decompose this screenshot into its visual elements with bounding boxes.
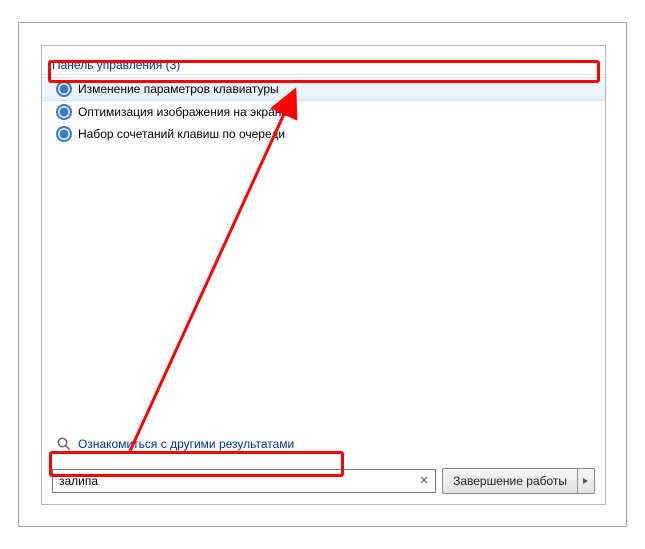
shutdown-menu-arrow[interactable] bbox=[577, 468, 595, 494]
result-item-display-optimization[interactable]: Оптимизация изображения на экране bbox=[42, 101, 605, 123]
shutdown-split-button[interactable]: Завершение работы bbox=[442, 468, 595, 494]
search-box[interactable]: ✕ bbox=[52, 469, 436, 493]
results-area: Панель управления (3) Изменение bbox=[42, 46, 605, 430]
result-label: Изменение параметров клавиатуры bbox=[78, 82, 279, 96]
ease-of-access-icon bbox=[56, 81, 72, 97]
start-menu-panel: Панель управления (3) Изменение bbox=[41, 45, 606, 505]
result-label: Набор сочетаний клавиш по очереди bbox=[78, 127, 285, 141]
result-item-sticky-keys[interactable]: Набор сочетаний клавиш по очереди bbox=[42, 123, 605, 145]
window-frame: Панель управления (3) Изменение bbox=[18, 22, 627, 527]
result-label: Оптимизация изображения на экране bbox=[78, 105, 288, 119]
search-icon bbox=[56, 436, 72, 452]
more-results-label: Ознакомиться с другими результатами bbox=[78, 437, 294, 451]
category-header: Панель управления (3) bbox=[42, 54, 605, 75]
search-input[interactable] bbox=[59, 474, 415, 488]
shutdown-label: Завершение работы bbox=[453, 474, 567, 488]
ease-of-access-icon bbox=[56, 126, 72, 142]
result-item-keyboard-settings[interactable]: Изменение параметров клавиатуры bbox=[42, 77, 605, 101]
more-results-link[interactable]: Ознакомиться с другими результатами bbox=[42, 430, 605, 460]
ease-of-access-icon bbox=[56, 104, 72, 120]
shutdown-button[interactable]: Завершение работы bbox=[442, 468, 577, 494]
clear-search-icon[interactable]: ✕ bbox=[417, 474, 431, 488]
bottom-bar: ✕ Завершение работы bbox=[42, 460, 605, 504]
